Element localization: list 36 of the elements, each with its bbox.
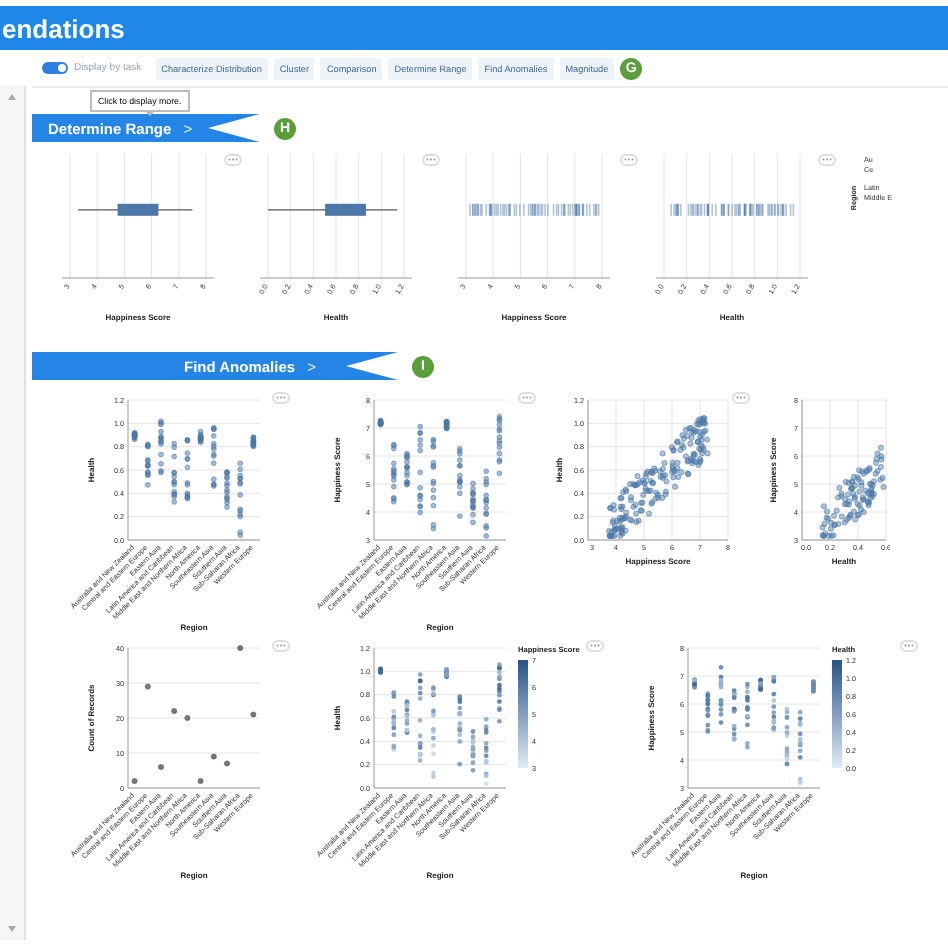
data-point [210, 753, 217, 760]
color-scale [518, 660, 528, 768]
page-title: endations [0, 13, 125, 43]
data-point [237, 645, 244, 651]
more-button[interactable] [518, 392, 536, 404]
more-button[interactable] [620, 154, 638, 166]
scroll-up-icon[interactable] [8, 94, 16, 100]
scroll-down-icon[interactable] [8, 926, 16, 932]
more-button[interactable] [272, 640, 290, 652]
data-point [144, 683, 151, 690]
strip-plot [692, 664, 816, 786]
strip-plot [670, 203, 795, 216]
strip-plot [378, 662, 502, 787]
toggle-switch[interactable] [42, 62, 68, 74]
strip-plot [377, 413, 503, 539]
data-point [184, 715, 191, 721]
data-point [131, 778, 138, 784]
more-button[interactable] [422, 154, 440, 166]
data-point [197, 778, 204, 784]
data-point [224, 760, 230, 767]
data-point [171, 708, 178, 714]
more-button[interactable] [224, 154, 242, 166]
box-plot [77, 203, 193, 216]
more-button[interactable] [586, 640, 604, 652]
more-button[interactable] [272, 392, 290, 404]
data-point [250, 711, 257, 718]
color-scale [832, 660, 842, 768]
data-point [158, 764, 164, 770]
box-plot [267, 203, 398, 216]
more-button[interactable] [732, 392, 750, 404]
more-button[interactable] [900, 640, 918, 652]
strip-plot [469, 203, 600, 216]
scatter-plot [819, 444, 887, 539]
strip-plot [131, 418, 257, 538]
more-button[interactable] [818, 154, 836, 166]
scatter-plot [606, 415, 711, 539]
